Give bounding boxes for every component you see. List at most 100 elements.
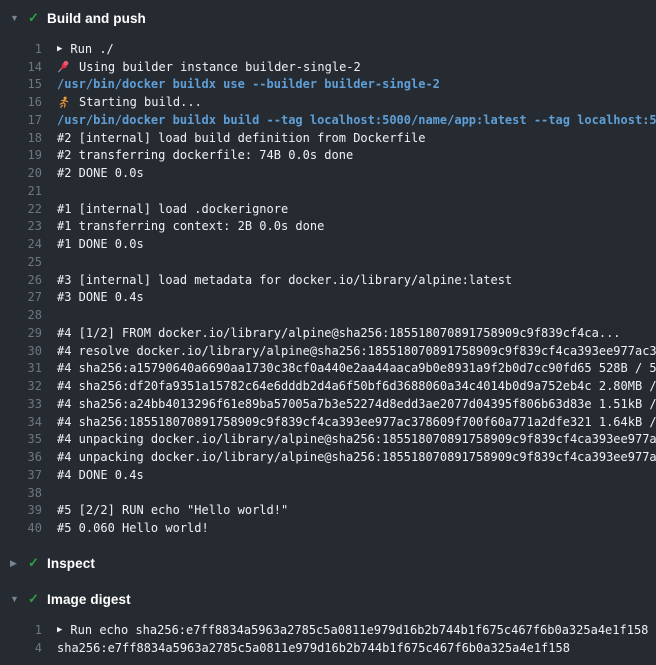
- log-line[interactable]: 1 ▶Run echo sha256:e7ff8834a5963a2785c5a…: [0, 621, 656, 639]
- log-line[interactable]: 28: [0, 306, 656, 324]
- line-content: #3 [internal] load metadata for docker.i…: [57, 273, 656, 287]
- chevron-right-icon[interactable]: ▶: [10, 558, 24, 569]
- line-content: /usr/bin/docker buildx build --tag local…: [57, 113, 656, 127]
- log-line[interactable]: 30 #4 resolve docker.io/library/alpine@s…: [0, 342, 656, 360]
- log-text: /usr/bin/docker buildx build --tag local…: [57, 113, 656, 127]
- log-text: #3 DONE 0.4s: [57, 290, 144, 304]
- line-number[interactable]: 24: [0, 237, 42, 251]
- log-text: #2 [internal] load build definition from…: [57, 131, 425, 145]
- line-number[interactable]: 33: [0, 397, 42, 411]
- log-text: #4 sha256:a24bb4013296f61e89ba57005a7b3e…: [57, 397, 656, 411]
- section-build-and-push: ▼ ✓ Build and push 1 ▶Run ./ 14 Using bu…: [0, 0, 656, 545]
- line-number[interactable]: 40: [0, 521, 42, 535]
- log-text: #2 DONE 0.0s: [57, 166, 144, 180]
- log-line[interactable]: 19 #2 transferring dockerfile: 74B 0.0s …: [0, 147, 656, 165]
- line-number[interactable]: 36: [0, 450, 42, 464]
- log-line[interactable]: 18 #2 [internal] load build definition f…: [0, 129, 656, 147]
- expand-line-icon[interactable]: ▶: [57, 44, 62, 54]
- expand-line-icon[interactable]: ▶: [57, 625, 62, 635]
- line-content: #4 sha256:df20fa9351a15782c64e6dddb2d4a6…: [57, 379, 656, 393]
- log-line[interactable]: 31 #4 sha256:a15790640a6690aa1730c38cf0a…: [0, 360, 656, 378]
- line-content: #1 [internal] load .dockerignore: [57, 202, 656, 216]
- log-line[interactable]: 26 #3 [internal] load metadata for docke…: [0, 271, 656, 289]
- log-line[interactable]: 36 #4 unpacking docker.io/library/alpine…: [0, 448, 656, 466]
- line-number[interactable]: 27: [0, 290, 42, 304]
- line-content: #5 0.060 Hello world!: [57, 521, 656, 535]
- log-text: #4 [1/2] FROM docker.io/library/alpine@s…: [57, 326, 621, 340]
- log-line[interactable]: 40 #5 0.060 Hello world!: [0, 519, 656, 537]
- log-text: #2 transferring dockerfile: 74B 0.0s don…: [57, 148, 353, 162]
- section-title-build-and-push: Build and push: [47, 11, 146, 26]
- log-lines-build-and-push: 1 ▶Run ./ 14 Using builder instance buil…: [0, 36, 656, 545]
- line-content: #1 DONE 0.0s: [57, 237, 656, 251]
- line-content: #1 transferring context: 2B 0.0s done: [57, 219, 656, 233]
- chevron-down-icon[interactable]: ▼: [10, 594, 24, 604]
- log-line[interactable]: 38: [0, 484, 656, 502]
- log-line[interactable]: 21: [0, 182, 656, 200]
- log-text: #1 [internal] load .dockerignore: [57, 202, 288, 216]
- line-number[interactable]: 14: [0, 60, 42, 74]
- log-line[interactable]: 25: [0, 253, 656, 271]
- line-number[interactable]: 17: [0, 113, 42, 127]
- log-text: #4 unpacking docker.io/library/alpine@sh…: [57, 432, 656, 446]
- line-number[interactable]: 32: [0, 379, 42, 393]
- line-number[interactable]: 35: [0, 432, 42, 446]
- section-header-image-digest[interactable]: ▼ ✓ Image digest: [0, 581, 656, 617]
- line-number[interactable]: 16: [0, 95, 42, 109]
- line-number[interactable]: 20: [0, 166, 42, 180]
- log-line[interactable]: 15 /usr/bin/docker buildx use --builder …: [0, 76, 656, 94]
- line-number[interactable]: 21: [0, 184, 42, 198]
- section-title-image-digest: Image digest: [47, 592, 131, 607]
- log-line[interactable]: 24 #1 DONE 0.0s: [0, 235, 656, 253]
- log-line[interactable]: 20 #2 DONE 0.0s: [0, 164, 656, 182]
- section-header-build-and-push[interactable]: ▼ ✓ Build and push: [0, 0, 656, 36]
- log-line[interactable]: 29 #4 [1/2] FROM docker.io/library/alpin…: [0, 324, 656, 342]
- line-number[interactable]: 4: [0, 641, 42, 655]
- line-number[interactable]: 37: [0, 468, 42, 482]
- line-number[interactable]: 39: [0, 503, 42, 517]
- log-line[interactable]: 39 #5 [2/2] RUN echo "Hello world!": [0, 502, 656, 520]
- line-content: #2 transferring dockerfile: 74B 0.0s don…: [57, 148, 656, 162]
- line-number[interactable]: 23: [0, 219, 42, 233]
- log-line[interactable]: 1 ▶Run ./: [0, 40, 656, 58]
- line-content: #5 [2/2] RUN echo "Hello world!": [57, 503, 656, 517]
- log-line[interactable]: 34 #4 sha256:185518070891758909c9f839cf4…: [0, 413, 656, 431]
- line-number[interactable]: 18: [0, 131, 42, 145]
- line-number[interactable]: 28: [0, 308, 42, 322]
- line-number[interactable]: 19: [0, 148, 42, 162]
- log-line[interactable]: 27 #3 DONE 0.4s: [0, 289, 656, 307]
- line-content: #4 [1/2] FROM docker.io/library/alpine@s…: [57, 326, 656, 340]
- chevron-down-icon[interactable]: ▼: [10, 13, 24, 23]
- log-line[interactable]: 32 #4 sha256:df20fa9351a15782c64e6dddb2d…: [0, 377, 656, 395]
- line-number[interactable]: 31: [0, 361, 42, 375]
- line-number[interactable]: 25: [0, 255, 42, 269]
- line-content: #4 unpacking docker.io/library/alpine@sh…: [57, 450, 656, 464]
- log-text: #4 resolve docker.io/library/alpine@sha2…: [57, 344, 656, 358]
- line-number[interactable]: 22: [0, 202, 42, 216]
- log-line[interactable]: 37 #4 DONE 0.4s: [0, 466, 656, 484]
- log-line[interactable]: 14 Using builder instance builder-single…: [0, 58, 656, 76]
- line-content: Using builder instance builder-single-2: [57, 60, 656, 74]
- pushpin-icon: [57, 60, 70, 73]
- line-content: #3 DONE 0.4s: [57, 290, 656, 304]
- section-header-inspect[interactable]: ▶ ✓ Inspect: [0, 545, 656, 581]
- log-line[interactable]: 22 #1 [internal] load .dockerignore: [0, 200, 656, 218]
- log-text: Starting build...: [79, 95, 202, 109]
- log-line[interactable]: 4 sha256:e7ff8834a5963a2785c5a0811e979d1…: [0, 639, 656, 657]
- line-number[interactable]: 29: [0, 326, 42, 340]
- line-number[interactable]: 1: [0, 623, 42, 637]
- line-number[interactable]: 15: [0, 77, 42, 91]
- line-number[interactable]: 34: [0, 415, 42, 429]
- line-content: #4 DONE 0.4s: [57, 468, 656, 482]
- log-line[interactable]: 35 #4 unpacking docker.io/library/alpine…: [0, 431, 656, 449]
- line-content: ▶Run echo sha256:e7ff8834a5963a2785c5a08…: [57, 623, 656, 637]
- log-line[interactable]: 16 Starting build...: [0, 93, 656, 111]
- log-line[interactable]: 33 #4 sha256:a24bb4013296f61e89ba57005a7…: [0, 395, 656, 413]
- line-number[interactable]: 30: [0, 344, 42, 358]
- log-text: #3 [internal] load metadata for docker.i…: [57, 273, 512, 287]
- log-line[interactable]: 17 /usr/bin/docker buildx build --tag lo…: [0, 111, 656, 129]
- line-number[interactable]: 38: [0, 486, 42, 500]
- line-number[interactable]: 1: [0, 42, 42, 56]
- line-number[interactable]: 26: [0, 273, 42, 287]
- log-line[interactable]: 23 #1 transferring context: 2B 0.0s done: [0, 218, 656, 236]
